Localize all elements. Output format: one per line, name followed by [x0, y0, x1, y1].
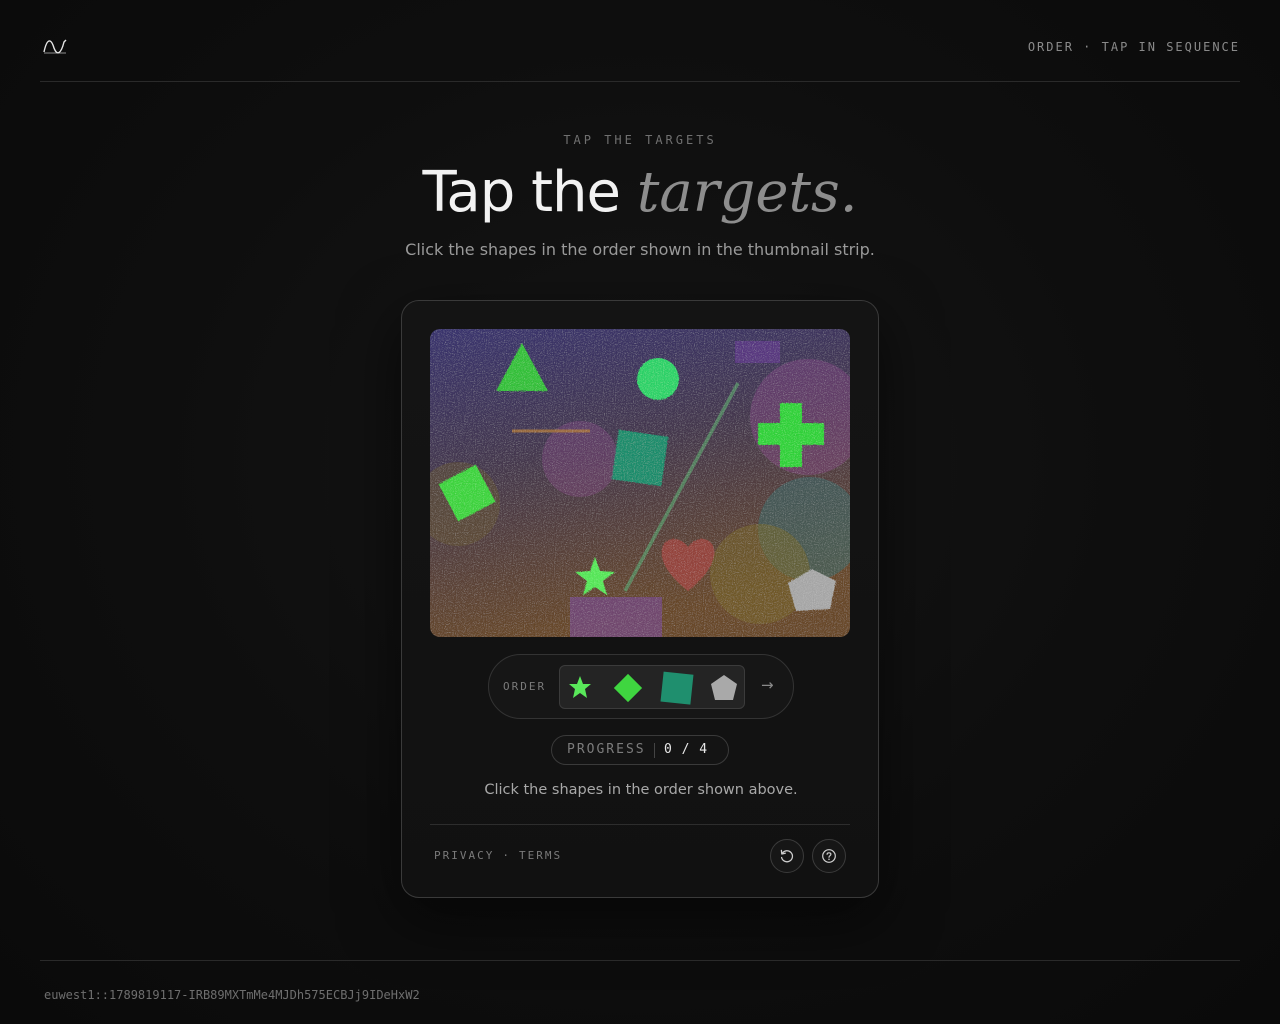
instruction-text: Click the shapes in the order shown abov… — [484, 782, 798, 798]
progress-value: 0 / 4 — [664, 742, 709, 757]
refresh-icon — [780, 849, 794, 863]
decor-blob — [710, 524, 810, 624]
diamond-icon — [613, 673, 643, 703]
legal-separator: · — [502, 849, 511, 862]
order-label: ORDER — [503, 680, 547, 693]
privacy-link[interactable]: PRIVACY — [434, 849, 494, 862]
pentagon-icon — [711, 675, 737, 700]
terms-link[interactable]: TERMS — [519, 849, 562, 862]
top-bar: ORDER · TAP IN SEQUENCE — [40, 0, 1240, 82]
square-icon — [660, 671, 694, 705]
challenge-canvas[interactable] — [430, 329, 850, 637]
refresh-button[interactable] — [770, 839, 804, 873]
captcha-card: ORDER → PROGRESS 0 / 4 Click the shapes … — [401, 300, 879, 898]
title-main: Tap the — [422, 160, 621, 225]
thumbnail-strip — [559, 665, 745, 709]
progress-label: PROGRESS — [567, 742, 646, 757]
arrow-right-icon[interactable]: → — [761, 676, 774, 694]
help-icon — [822, 849, 836, 863]
card-divider — [430, 824, 850, 825]
decor-rect — [735, 341, 780, 363]
page-title: Tap the targets. — [0, 160, 1280, 226]
star-icon — [569, 676, 591, 698]
title-accent: targets. — [636, 160, 858, 225]
wave-logo-icon[interactable] — [42, 36, 68, 56]
legal-links: PRIVACY · TERMS — [434, 849, 562, 862]
help-button[interactable] — [812, 839, 846, 873]
canvas-shape-square[interactable] — [611, 429, 669, 487]
eyebrow-label: TAP THE TARGETS — [563, 133, 717, 147]
top-nav-text: ORDER · TAP IN SEQUENCE — [1027, 40, 1240, 54]
footer-divider — [40, 960, 1240, 961]
progress-pill: PROGRESS 0 / 4 — [551, 735, 729, 765]
page-subtitle: Click the shapes in the order shown in t… — [405, 240, 875, 259]
order-strip: ORDER → — [488, 654, 794, 719]
decor-rect — [570, 597, 662, 637]
progress-divider — [654, 743, 655, 758]
canvas-shape-circle[interactable] — [637, 358, 679, 400]
trace-id: euwest1::1789819117-IRB89MXTmMe4MJDh575E… — [44, 988, 420, 1002]
